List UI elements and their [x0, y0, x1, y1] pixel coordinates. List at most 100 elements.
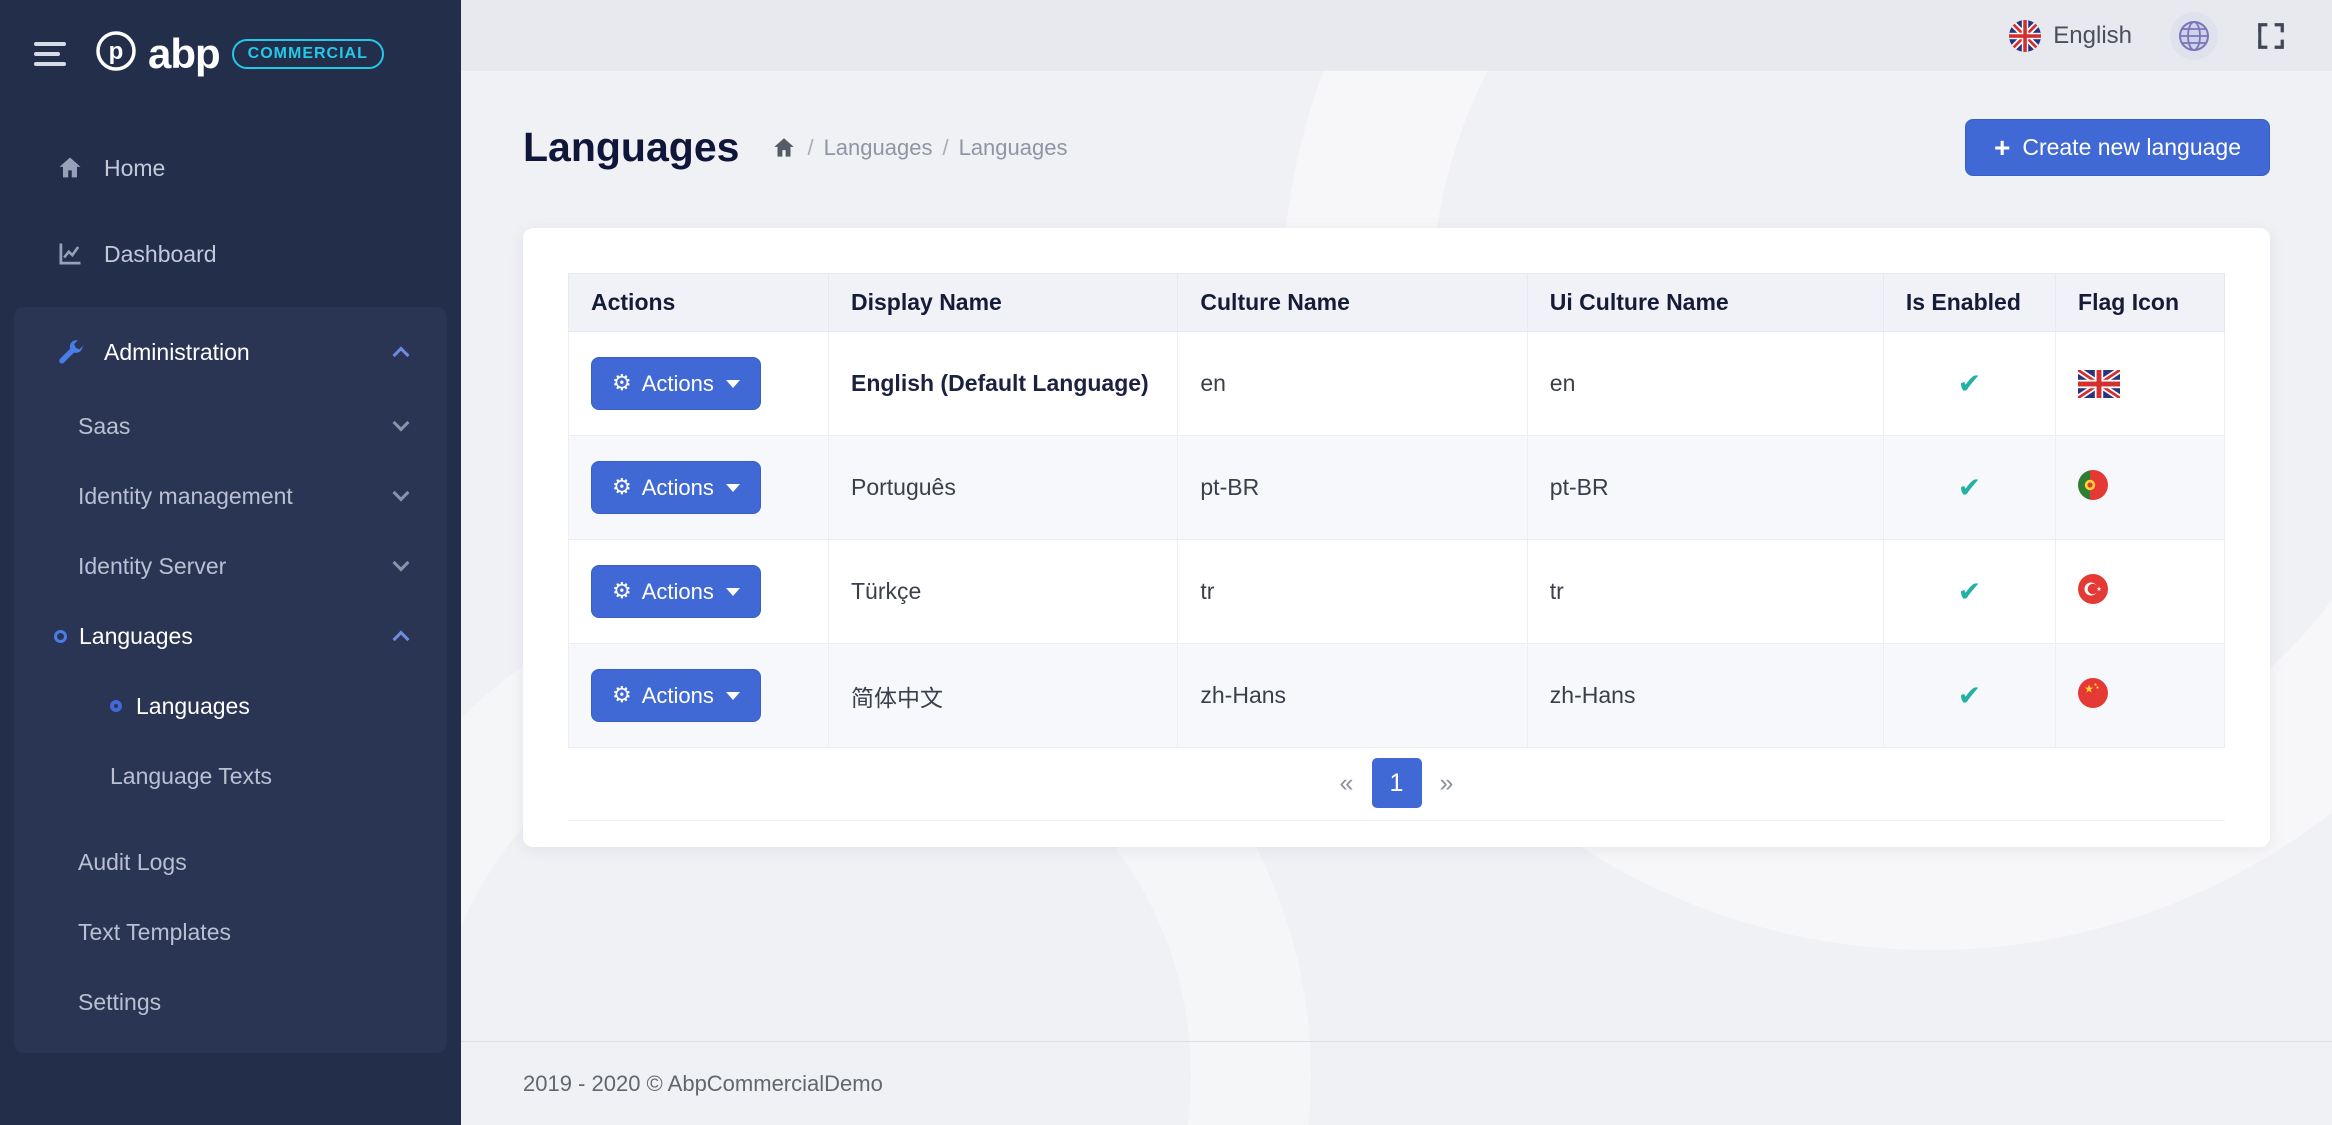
breadcrumb-item[interactable]: Languages [824, 135, 933, 161]
sidebar-item-languages[interactable]: Languages [14, 601, 447, 671]
copyright-text: 2019 - 2020 © AbpCommercialDemo [523, 1071, 883, 1097]
languages-submenu: Languages Language Texts [14, 671, 447, 811]
avatar-globe-icon [2170, 12, 2218, 60]
sidebar-item-text-templates[interactable]: Text Templates [14, 897, 447, 967]
home-icon [54, 154, 86, 182]
caret-down-icon [726, 588, 740, 596]
footer: 2019 - 2020 © AbpCommercialDemo [461, 1041, 2332, 1125]
sidebar-item-audit-logs[interactable]: Audit Logs [14, 827, 447, 897]
sidebar-item-identity-server[interactable]: Identity Server [14, 531, 447, 601]
actions-button-label: Actions [642, 371, 714, 397]
expand-icon [2256, 21, 2286, 51]
sidebar-item-label: Audit Logs [78, 849, 407, 876]
languages-card: Actions Display Name Culture Name Ui Cul… [523, 228, 2270, 847]
sidebar-item-label: Home [104, 155, 421, 182]
sidebar-item-saas[interactable]: Saas [14, 391, 447, 461]
fullscreen-button[interactable] [2256, 21, 2286, 51]
brand-logo[interactable]: p abp COMMERCIAL [94, 29, 384, 78]
display-name-cell: English (Default Language) [828, 332, 1177, 436]
check-icon: ✔ [1958, 471, 1981, 504]
administration-submenu: Saas Identity management Identity Server… [14, 391, 447, 1037]
chevron-down-icon [393, 555, 410, 572]
table-row: ⚙ Actions English (Default Language) en … [569, 332, 2225, 436]
sidebar-item-settings[interactable]: Settings [14, 967, 447, 1037]
row-actions-button[interactable]: ⚙ Actions [591, 357, 761, 410]
display-name-cell: Türkçe [828, 540, 1177, 644]
app-root: p abp COMMERCIAL Home Dashboard [0, 0, 2332, 1125]
display-name-cell: Português [828, 436, 1177, 540]
caret-down-icon [726, 484, 740, 492]
flag-icon-pt [2078, 470, 2108, 500]
sidebar-item-dashboard[interactable]: Dashboard [0, 211, 461, 297]
pagination-prev-button[interactable]: « [1322, 758, 1372, 808]
column-header-actions: Actions [569, 274, 829, 332]
wrench-icon [54, 338, 86, 366]
administration-menu-panel: Administration Saas Identity management … [14, 307, 447, 1053]
row-actions-button[interactable]: ⚙ Actions [591, 669, 761, 722]
ui-culture-name-cell: zh-Hans [1527, 644, 1883, 748]
create-new-language-button[interactable]: + Create new language [1965, 119, 2270, 176]
breadcrumb-separator: / [807, 135, 813, 161]
gear-icon: ⚙ [612, 683, 632, 708]
breadcrumb-item[interactable]: Languages [959, 135, 1068, 161]
caret-down-icon [726, 692, 740, 700]
page-header: Languages / Languages / Languages + Crea… [523, 119, 2270, 176]
sidebar-item-languages-child[interactable]: Languages [14, 671, 447, 741]
check-icon: ✔ [1958, 575, 1981, 608]
sidebar-item-identity-management[interactable]: Identity management [14, 461, 447, 531]
sidebar-item-label: Identity management [78, 483, 395, 510]
sidebar: p abp COMMERCIAL Home Dashboard [0, 0, 461, 1125]
flag-icon-tr [2078, 574, 2108, 604]
svg-text:p: p [109, 38, 124, 65]
bullet-icon [110, 700, 122, 712]
page-title: Languages [523, 124, 739, 171]
caret-down-icon [726, 380, 740, 388]
table-row: ⚙ Actions 简体中文 zh-Hans zh-Hans ✔ [569, 644, 2225, 748]
row-actions-button[interactable]: ⚙ Actions [591, 565, 761, 618]
plus-icon: + [1994, 134, 2010, 162]
pagination-next-button[interactable]: » [1422, 758, 1472, 808]
breadcrumb: / Languages / Languages [771, 135, 1067, 161]
pagination-page-1[interactable]: 1 [1372, 758, 1422, 808]
ui-culture-name-cell: tr [1527, 540, 1883, 644]
culture-name-cell: pt-BR [1178, 436, 1527, 540]
gear-icon: ⚙ [612, 579, 632, 604]
column-header-culture-name: Culture Name [1178, 274, 1527, 332]
brand-badge: COMMERCIAL [232, 39, 384, 69]
row-actions-button[interactable]: ⚙ Actions [591, 461, 761, 514]
main-area: English Languages [461, 0, 2332, 1125]
culture-name-cell: tr [1178, 540, 1527, 644]
check-icon: ✔ [1958, 367, 1981, 400]
language-selector[interactable]: English [2009, 20, 2132, 52]
gear-icon: ⚙ [612, 371, 632, 396]
create-button-label: Create new language [2022, 134, 2241, 161]
sidebar-nav: Home Dashboard Administration [0, 107, 461, 1125]
column-header-display-name: Display Name [828, 274, 1177, 332]
menu-toggle-button[interactable] [34, 42, 66, 66]
dot-icon [54, 630, 67, 643]
chevron-down-icon [393, 485, 410, 502]
sidebar-item-label: Languages [79, 623, 395, 650]
sidebar-item-home[interactable]: Home [0, 125, 461, 211]
column-header-is-enabled: Is Enabled [1883, 274, 2055, 332]
is-enabled-cell: ✔ [1883, 332, 2055, 436]
sidebar-item-label: Settings [78, 989, 407, 1016]
sidebar-header: p abp COMMERCIAL [0, 0, 461, 107]
flag-icon-gb [2078, 370, 2120, 398]
sidebar-item-label: Saas [78, 413, 395, 440]
sidebar-item-language-texts[interactable]: Language Texts [14, 741, 447, 811]
sidebar-item-administration[interactable]: Administration [14, 313, 447, 391]
column-header-ui-culture-name: Ui Culture Name [1527, 274, 1883, 332]
culture-name-cell: en [1178, 332, 1527, 436]
chevron-up-icon [393, 631, 410, 648]
actions-button-label: Actions [642, 683, 714, 709]
table-row: ⚙ Actions Português pt-BR pt-BR ✔ [569, 436, 2225, 540]
ui-culture-name-cell: en [1527, 332, 1883, 436]
sidebar-item-label: Language Texts [110, 763, 407, 790]
check-icon: ✔ [1958, 679, 1981, 712]
flag-cell [2056, 644, 2225, 748]
chevron-up-icon [393, 347, 410, 364]
topbar: English [461, 0, 2332, 71]
user-avatar[interactable] [2170, 12, 2218, 60]
dashboard-chart-icon [54, 240, 86, 268]
